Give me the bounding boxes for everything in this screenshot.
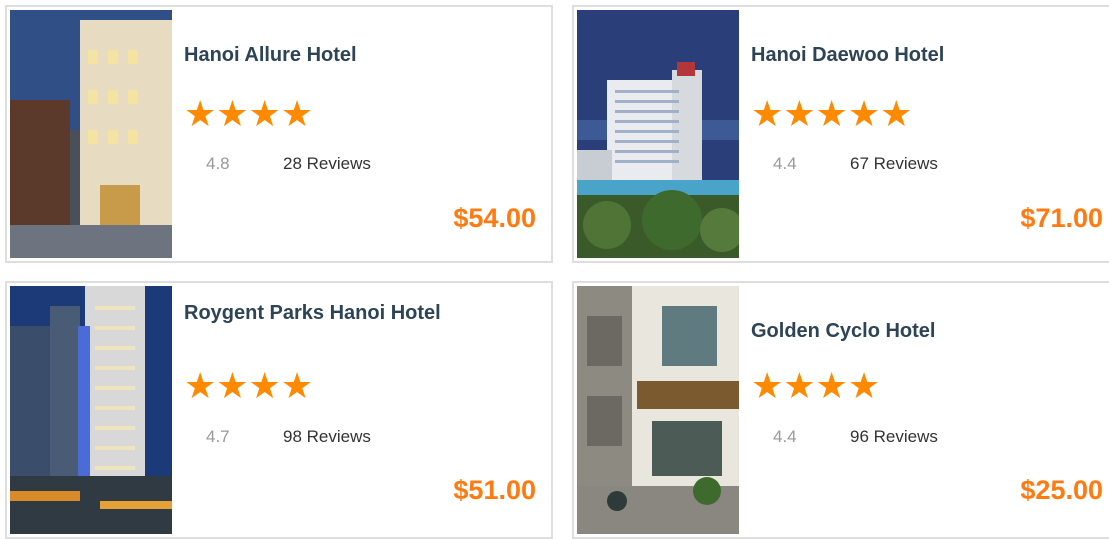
review-count[interactable]: 28 Reviews (283, 154, 371, 174)
hotel-card[interactable]: Hanoi Allure Hotel ★★★★ 4.8 28 Reviews $… (5, 5, 553, 263)
hotel-photo[interactable] (577, 10, 739, 258)
hotel-name[interactable]: Golden Cyclo Hotel (751, 320, 1091, 342)
hotel-card[interactable]: Hanoi Daewoo Hotel ★★★★★ 4.4 67 Reviews … (572, 5, 1109, 263)
star-rating-icon: ★★★★ (184, 365, 314, 406)
hotel-card[interactable]: Roygent Parks Hanoi Hotel ★★★★ 4.7 98 Re… (5, 281, 553, 539)
hotel-photo[interactable] (10, 10, 172, 258)
rating-score: 4.7 (206, 427, 230, 446)
star-rating-icon: ★★★★ (751, 365, 881, 406)
hotel-name[interactable]: Roygent Parks Hanoi Hotel (184, 302, 524, 324)
star-rating-icon: ★★★★★ (751, 93, 913, 134)
hotel-price: $54.00 (453, 203, 536, 233)
hotel-price: $71.00 (1020, 203, 1103, 233)
rating-score: 4.4 (773, 427, 797, 446)
rating-score: 4.8 (206, 154, 230, 173)
hotel-card[interactable]: Golden Cyclo Hotel ★★★★ 4.4 96 Reviews $… (572, 281, 1109, 539)
review-count[interactable]: 67 Reviews (850, 154, 938, 174)
hotel-photo[interactable] (577, 286, 739, 534)
review-count[interactable]: 96 Reviews (850, 427, 938, 447)
hotel-price: $25.00 (1020, 475, 1103, 505)
star-rating-icon: ★★★★ (184, 93, 314, 134)
hotel-name[interactable]: Hanoi Allure Hotel (184, 44, 524, 66)
hotel-name[interactable]: Hanoi Daewoo Hotel (751, 44, 1091, 66)
hotel-price: $51.00 (453, 475, 536, 505)
rating-score: 4.4 (773, 154, 797, 173)
review-count[interactable]: 98 Reviews (283, 427, 371, 447)
hotel-photo[interactable] (10, 286, 172, 534)
